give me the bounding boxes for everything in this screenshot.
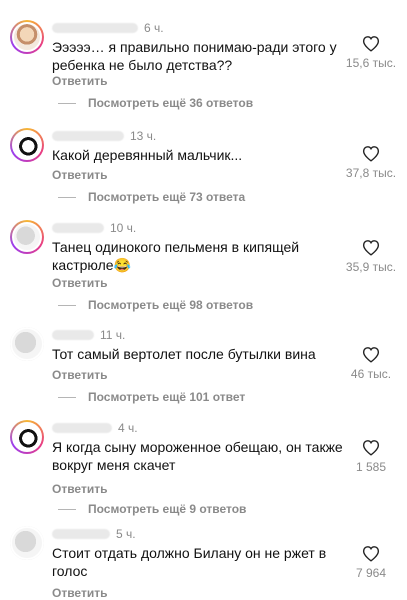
comment-meta: 13 ч. [52, 128, 156, 144]
view-replies-button[interactable]: Посмотреть ещё 9 ответов [58, 502, 246, 516]
comment-meta: 4 ч. [52, 420, 138, 436]
comment-meta: 6 ч. [52, 20, 164, 36]
view-replies-label: Посмотреть ещё 98 ответов [88, 298, 254, 312]
comment-text: Я когда сыну мороженное обещаю, он также… [52, 439, 343, 473]
heart-icon[interactable] [361, 438, 381, 456]
username-blurred [52, 529, 110, 539]
like-group: 37,8 тыс. [345, 144, 397, 180]
comment-time: 10 ч. [110, 221, 137, 235]
like-group: 46 тыс. [345, 345, 397, 381]
view-replies-label: Посмотреть ещё 101 ответ [88, 390, 246, 404]
like-group: 35,9 тыс. [345, 238, 397, 274]
reply-button[interactable]: Ответить [52, 586, 107, 600]
reply-button[interactable]: Ответить [52, 482, 107, 496]
like-group: 15,6 тыс. [345, 34, 397, 70]
comment-text: Танец одинокого пельменя в кипящей кастр… [52, 239, 300, 273]
view-replies-label: Посмотреть ещё 9 ответов [88, 502, 247, 516]
heart-icon[interactable] [361, 144, 381, 162]
like-count: 37,8 тыс. [345, 166, 397, 180]
comments-list: 6 ч. Эээээ… я правильно понимаю-ради это… [0, 0, 407, 600]
username-blurred [52, 131, 124, 141]
like-group: 1 585 [345, 438, 397, 474]
heart-icon[interactable] [361, 34, 381, 52]
view-replies-button[interactable]: Посмотреть ещё 98 ответов [58, 298, 253, 312]
comment-meta: 11 ч. [52, 327, 125, 343]
like-count: 35,9 тыс. [345, 260, 397, 274]
username-blurred [52, 423, 112, 433]
view-replies-label: Посмотреть ещё 73 ответа [88, 190, 246, 204]
like-count: 15,6 тыс. [345, 56, 397, 70]
view-replies-button[interactable]: Посмотреть ещё 36 ответов [58, 96, 253, 110]
comment-time: 4 ч. [118, 421, 138, 435]
view-replies-button[interactable]: Посмотреть ещё 101 ответ [58, 390, 245, 404]
like-count: 1 585 [355, 460, 387, 474]
like-count: 46 тыс. [350, 367, 392, 381]
avatar[interactable] [10, 20, 44, 54]
reply-button[interactable]: Ответить [52, 168, 107, 182]
comment-text: Тот самый вертолет после бутылки вина [52, 346, 316, 362]
username-blurred [52, 330, 94, 340]
comment-meta: 10 ч. [52, 220, 136, 236]
like-count: 7 964 [355, 566, 387, 580]
avatar[interactable] [10, 128, 44, 162]
comment-time: 11 ч. [100, 328, 126, 342]
comment-text: Стоит отдать должно Билану он не ржет в … [52, 545, 327, 579]
comment-time: 5 ч. [116, 527, 136, 541]
like-group: 7 964 [345, 544, 397, 580]
divider-line [58, 508, 76, 510]
avatar[interactable] [10, 420, 44, 454]
view-replies-label: Посмотреть ещё 36 ответов [88, 96, 254, 110]
divider-line [58, 396, 76, 398]
reply-button[interactable]: Ответить [52, 368, 107, 382]
divider-line [58, 304, 76, 306]
comment-meta: 5 ч. [52, 526, 136, 542]
reply-button[interactable]: Ответить [52, 276, 107, 290]
view-replies-button[interactable]: Посмотреть ещё 73 ответа [58, 190, 245, 204]
comment-text: Эээээ… я правильно понимаю-ради этого у … [52, 39, 337, 73]
avatar[interactable] [10, 220, 44, 254]
reply-button[interactable]: Ответить [52, 74, 107, 88]
comment-time: 6 ч. [144, 21, 164, 35]
heart-icon[interactable] [361, 238, 381, 256]
avatar[interactable] [10, 526, 44, 560]
avatar[interactable] [10, 327, 44, 361]
divider-line [58, 196, 76, 198]
comment-text: Какой деревянный мальчик... [52, 147, 243, 163]
username-blurred [52, 23, 138, 33]
comment-time: 13 ч. [130, 129, 157, 143]
username-blurred [52, 223, 104, 233]
heart-icon[interactable] [361, 544, 381, 562]
divider-line [58, 102, 76, 104]
heart-icon[interactable] [361, 345, 381, 363]
